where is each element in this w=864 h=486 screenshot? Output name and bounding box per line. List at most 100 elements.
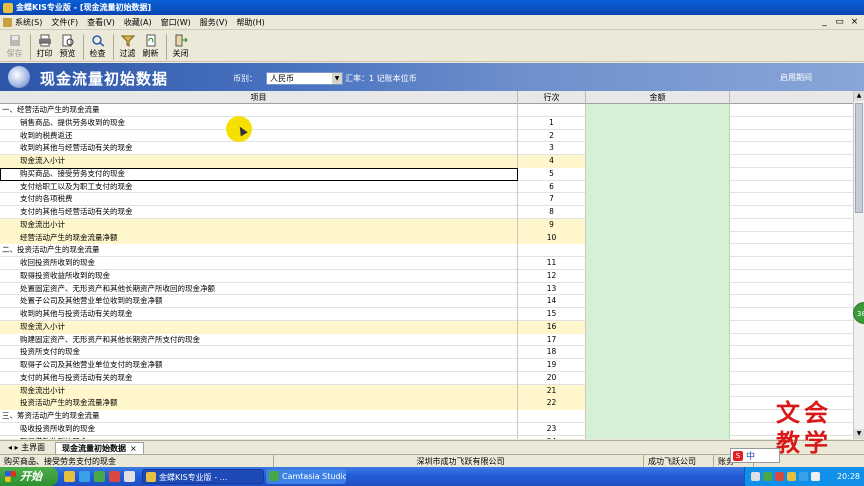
row-item-name[interactable]: 收回投资所收到的现金 [0, 257, 518, 270]
row-item-name[interactable]: 现金流入小计 [0, 155, 518, 168]
currency-select[interactable]: 人民币 ▼ [266, 72, 343, 85]
row-amount-cell[interactable] [586, 231, 730, 245]
scroll-thumb[interactable] [855, 103, 863, 213]
refresh-button[interactable]: 刷新 [140, 34, 161, 59]
row-amount-cell[interactable] [586, 295, 730, 308]
row-amount-cell[interactable] [586, 282, 730, 296]
row-amount-cell[interactable] [586, 129, 730, 143]
chevron-down-icon[interactable]: ▼ [332, 73, 342, 84]
quicklaunch-desktop-icon[interactable] [124, 471, 135, 482]
table-row[interactable]: 收到的其他与经营活动有关的现金 3 [0, 142, 853, 155]
row-item-name[interactable]: 现金流入小计 [0, 320, 518, 334]
menu-window[interactable]: 窗口(W) [161, 17, 191, 28]
row-item-name[interactable]: 处置子公司及其他营业单位收到的现金净额 [0, 295, 518, 308]
row-amount-cell[interactable] [586, 206, 730, 219]
tab-home[interactable]: ◂ ▸ 主界面 [2, 442, 51, 454]
row-amount-cell[interactable] [586, 435, 730, 439]
table-row[interactable]: 购买商品、接受劳务支付的现金 5 [0, 167, 853, 181]
row-item-name[interactable]: 二、投资活动产生的现金流量 [0, 244, 518, 257]
tab-close-icon[interactable]: × [130, 444, 137, 453]
row-item-name[interactable]: 处置固定资产、无形资产和其他长期资产所收回的现金净额 [0, 282, 518, 296]
table-row[interactable]: 支付的各项税费 7 [0, 193, 853, 206]
tray-app-icon[interactable] [763, 472, 772, 481]
tray-security-icon[interactable] [775, 472, 784, 481]
quicklaunch-folder-icon[interactable] [64, 471, 75, 482]
row-item-name[interactable]: 现金流出小计 [0, 218, 518, 232]
row-item-name[interactable]: 支付给职工以及为职工支付的现金 [0, 180, 518, 194]
row-amount-cell[interactable] [586, 346, 730, 359]
close-button[interactable]: 关闭 [170, 34, 191, 59]
row-item-name[interactable]: 投资活动产生的现金流量净额 [0, 397, 518, 410]
row-amount-cell[interactable] [586, 193, 730, 206]
row-item-name[interactable]: 取得借款收到的现金 [0, 435, 518, 439]
table-row[interactable]: 现金流入小计 16 [0, 320, 853, 334]
table-row[interactable]: 三、筹资活动产生的现金流量 [0, 410, 853, 423]
ime-toolbar[interactable]: S 中 [730, 448, 780, 463]
table-row[interactable]: 支付给职工以及为职工支付的现金 6 [0, 180, 853, 194]
row-item-name[interactable]: 收到的税费返还 [0, 129, 518, 143]
taskbar-kis-window[interactable]: 金蝶KIS专业版 - ... [142, 469, 264, 484]
row-item-name[interactable]: 收到的其他与投资活动有关的现金 [0, 308, 518, 321]
table-row[interactable]: 经营活动产生的现金流量净额 10 [0, 231, 853, 245]
row-amount-cell[interactable] [586, 180, 730, 194]
menu-service[interactable]: 服务(V) [200, 17, 228, 28]
row-amount-cell[interactable] [586, 410, 730, 423]
tray-ime-icon[interactable] [799, 472, 808, 481]
preview-button[interactable]: 预览 [57, 34, 78, 59]
table-row[interactable]: 投资活动产生的现金流量净额 22 [0, 397, 853, 410]
table-row[interactable]: 支付的其他与经营活动有关的现金 8 [0, 206, 853, 219]
row-amount-cell[interactable] [586, 333, 730, 347]
table-row[interactable]: 购建固定资产、无形资产和其他长期资产所支付的现金 17 [0, 333, 853, 347]
table-row[interactable]: 处置子公司及其他营业单位收到的现金净额 14 [0, 295, 853, 308]
table-row[interactable]: 投资所支付的现金 18 [0, 346, 853, 359]
row-amount-cell[interactable] [586, 384, 730, 398]
row-amount-cell[interactable] [586, 155, 730, 168]
restore-button[interactable]: ▭ [834, 17, 845, 27]
table-row[interactable]: 支付的其他与投资活动有关的现金 20 [0, 371, 853, 385]
row-item-name[interactable]: 现金流出小计 [0, 384, 518, 398]
row-item-name[interactable]: 购建固定资产、无形资产和其他长期资产所支付的现金 [0, 333, 518, 347]
menu-favorites[interactable]: 收藏(A) [124, 17, 152, 28]
tab-cashflow-initial[interactable]: 现金流量初始数据 × [55, 442, 144, 454]
row-amount-cell[interactable] [586, 422, 730, 436]
menu-file[interactable]: 文件(F) [51, 17, 78, 28]
menu-system[interactable]: 系统(S) [15, 17, 42, 28]
table-row[interactable]: 吸收投资所收到的现金 23 [0, 422, 853, 436]
scroll-up-icon[interactable]: ▲ [854, 91, 864, 101]
row-amount-cell[interactable] [586, 104, 730, 117]
check-button[interactable]: 检查 [87, 34, 108, 59]
table-row[interactable]: 现金流入小计 4 [0, 155, 853, 168]
row-amount-cell[interactable] [586, 371, 730, 385]
print-button[interactable]: 打印 [34, 34, 55, 59]
table-row[interactable]: 二、投资活动产生的现金流量 [0, 244, 853, 257]
row-item-name[interactable]: 取得投资收益所收到的现金 [0, 269, 518, 283]
menu-help[interactable]: 帮助(H) [236, 17, 264, 28]
row-item-name[interactable]: 投资所支付的现金 [0, 346, 518, 359]
row-amount-cell[interactable] [586, 142, 730, 155]
scroll-down-icon[interactable]: ▼ [854, 429, 864, 439]
volume-icon[interactable] [787, 472, 796, 481]
table-row[interactable]: 处置固定资产、无形资产和其他长期资产所收回的现金净额 13 [0, 282, 853, 296]
network-icon[interactable] [751, 472, 760, 481]
row-amount-cell[interactable] [586, 308, 730, 321]
row-amount-cell[interactable] [586, 116, 730, 130]
quicklaunch-ie-icon[interactable] [79, 471, 90, 482]
table-row[interactable]: 现金流出小计 21 [0, 384, 853, 398]
row-item-name[interactable]: 三、筹资活动产生的现金流量 [0, 410, 518, 423]
row-item-name[interactable]: 收到的其他与经营活动有关的现金 [0, 142, 518, 155]
start-button[interactable]: 开始 [0, 467, 58, 486]
row-item-name[interactable]: 支付的其他与投资活动有关的现金 [0, 371, 518, 385]
row-amount-cell[interactable] [586, 218, 730, 232]
table-row[interactable]: 取得子公司及其他营业单位支付的现金净额 19 [0, 359, 853, 372]
column-header-amount[interactable]: 金额 [586, 91, 730, 104]
row-amount-cell[interactable] [586, 244, 730, 257]
minimize-button[interactable]: _ [819, 17, 830, 27]
column-header-item[interactable]: 项目 [0, 91, 518, 104]
table-row[interactable]: 销售商品、提供劳务收到的现金 1 [0, 116, 853, 130]
quicklaunch-media-icon[interactable] [109, 471, 120, 482]
row-item-name[interactable]: 取得子公司及其他营业单位支付的现金净额 [0, 359, 518, 372]
row-amount-cell[interactable] [586, 359, 730, 372]
menu-view[interactable]: 查看(V) [87, 17, 115, 28]
quicklaunch-app-icon[interactable] [94, 471, 105, 482]
row-amount-cell[interactable] [586, 269, 730, 283]
